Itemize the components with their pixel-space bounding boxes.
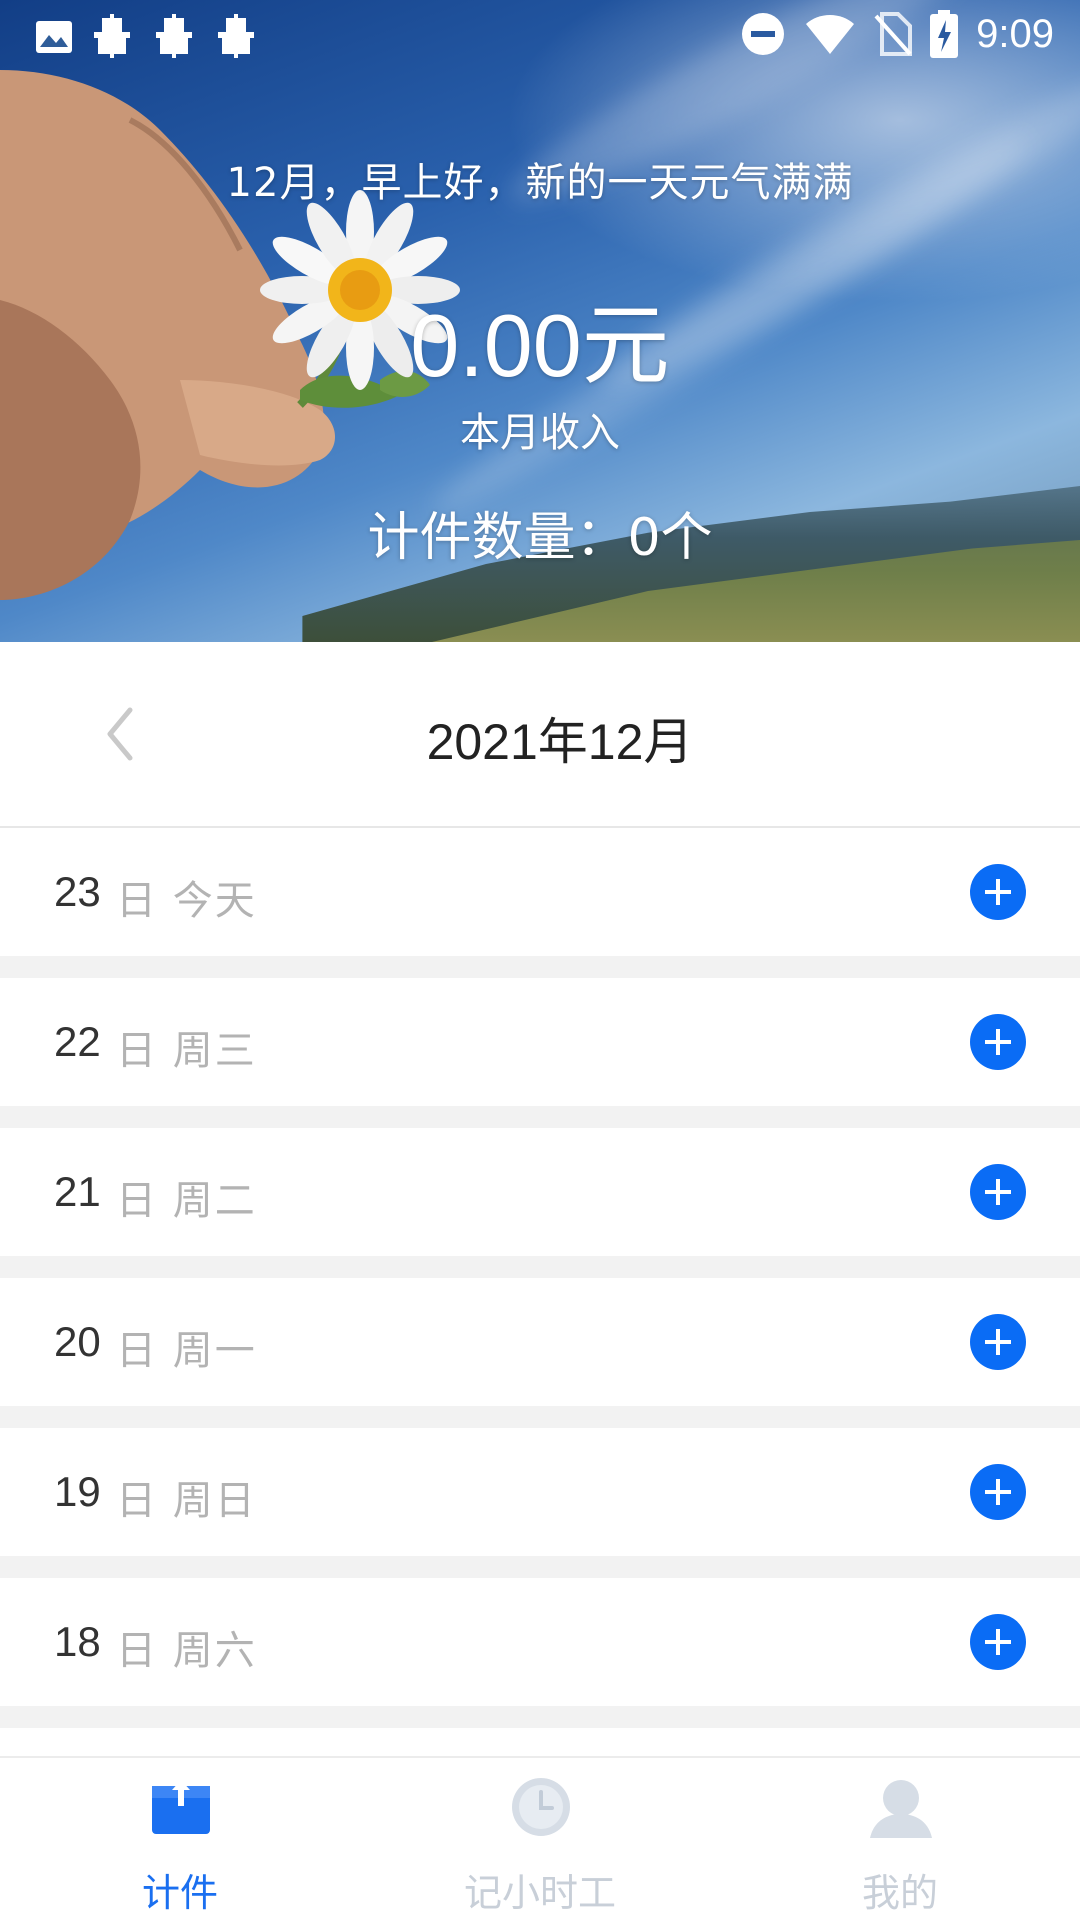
nav-tab-piecework[interactable]: 计件: [0, 1758, 360, 1920]
nav-tab-hourly[interactable]: 记小时工: [360, 1758, 720, 1920]
day-number: 21: [54, 1168, 101, 1215]
status-time: 9:09: [976, 11, 1054, 56]
nav-label: 记小时工: [463, 1871, 616, 1915]
day-number: 18: [54, 1618, 101, 1665]
day-weekday: 日 周一: [116, 1328, 257, 1374]
nav-label: 我的: [861, 1871, 938, 1915]
day-weekday: 日 今天: [116, 878, 257, 924]
day-row[interactable]: 18 日 周六: [0, 1578, 1080, 1706]
day-row[interactable]: 20 日 周一: [0, 1278, 1080, 1406]
add-record-button[interactable]: [970, 1314, 1026, 1370]
day-row[interactable]: 22 日 周三: [0, 978, 1080, 1106]
day-weekday: 日 周三: [116, 1028, 257, 1074]
add-record-button[interactable]: [970, 1464, 1026, 1520]
bug-icon: [94, 14, 130, 58]
day-number: 22: [54, 1018, 101, 1065]
day-row[interactable]: 23 日 今天: [0, 828, 1080, 956]
wifi-icon: [806, 15, 855, 54]
day-weekday: 日 周日: [116, 1478, 257, 1524]
piece-count: 计件数量：0个: [367, 508, 713, 568]
month-title[interactable]: 2021年12月: [0, 702, 1080, 774]
clock-icon: [512, 1778, 570, 1836]
add-record-button[interactable]: [970, 864, 1026, 920]
day-weekday: 日 周六: [116, 1628, 257, 1674]
do-not-disturb-icon: [742, 13, 785, 55]
day-number: 19: [54, 1468, 101, 1515]
no-sim-icon: [874, 12, 913, 56]
add-record-button[interactable]: [970, 1014, 1026, 1070]
month-selector: 2021年12月: [0, 642, 1080, 828]
add-record-button[interactable]: [970, 1614, 1026, 1670]
monthly-income-amount: 0.00元: [410, 296, 670, 395]
day-number: 20: [54, 1318, 101, 1365]
status-bar: 9:09: [0, 0, 1080, 76]
day-weekday: 日 周二: [116, 1178, 257, 1224]
bottom-navigation: 计件 记小时工 我的: [0, 1756, 1080, 1920]
nav-tab-mine[interactable]: 我的: [720, 1758, 1080, 1920]
monthly-income-label: 本月收入: [460, 410, 620, 456]
greeting-text: 12月，早上好，新的一天元气满满: [226, 160, 854, 206]
day-row[interactable]: 21 日 周二: [0, 1128, 1080, 1256]
nav-label: 计件: [141, 1871, 218, 1915]
image-icon: [36, 21, 72, 53]
add-record-button[interactable]: [970, 1164, 1026, 1220]
gift-box-icon: [152, 1780, 210, 1834]
battery-charging-icon: [930, 10, 959, 58]
user-icon: [870, 1780, 932, 1838]
bug-icon: [156, 14, 192, 58]
day-row[interactable]: 19 日 周日: [0, 1428, 1080, 1556]
bug-icon: [218, 14, 254, 58]
day-number: 23: [54, 868, 101, 915]
